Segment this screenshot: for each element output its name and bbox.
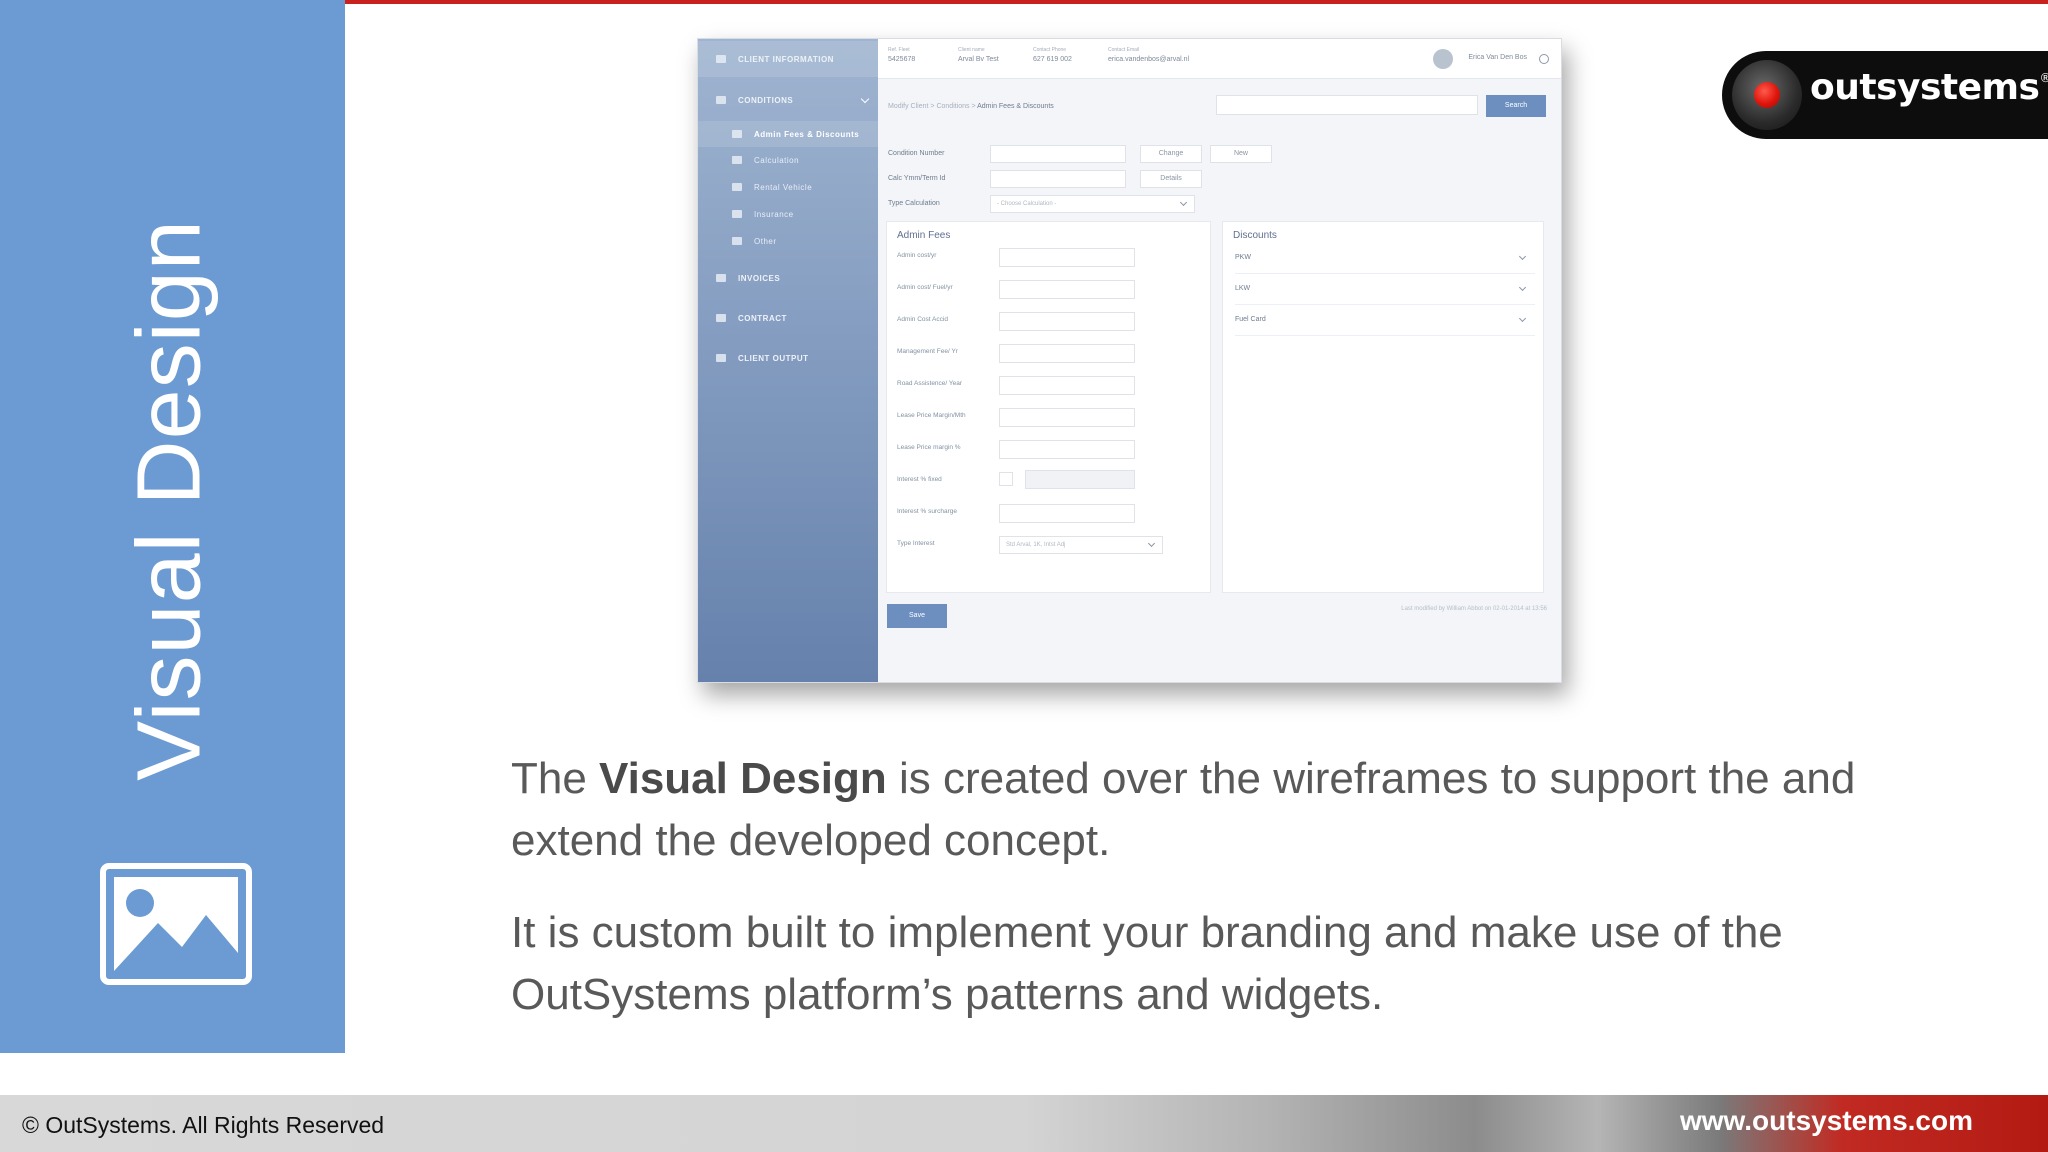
fee-label: Interest % fixed <box>897 476 942 483</box>
fee-input[interactable] <box>999 248 1135 267</box>
fee-label: Management Fee/ Yr <box>897 348 958 355</box>
breadcrumb-current: Admin Fees & Discounts <box>977 103 1054 110</box>
fee-input[interactable] <box>999 280 1135 299</box>
folder-icon <box>716 314 726 322</box>
user-icon <box>716 55 726 63</box>
logo-mark-icon <box>1732 60 1802 130</box>
discounts-title: Discounts <box>1233 230 1277 241</box>
vertical-title: Visual Design <box>119 219 220 781</box>
document-icon <box>732 210 742 218</box>
sidebar-item-admin-fees[interactable]: Admin Fees & Discounts <box>698 121 878 147</box>
contact-phone-field: Contact Phone 627 619 002 <box>1033 47 1072 63</box>
admin-fees-title: Admin Fees <box>897 230 951 241</box>
ref-fleet-field: Ref. Fleet 5425678 <box>888 47 916 63</box>
type-calculation-label: Type Calculation <box>888 200 940 207</box>
interest-fixed-checkbox[interactable] <box>999 472 1013 486</box>
sidebar-item-insurance[interactable]: Insurance <box>698 201 878 227</box>
paragraph-1: The Visual Design is created over the wi… <box>511 754 1856 865</box>
chevron-down-icon <box>1147 539 1156 548</box>
fee-input[interactable] <box>999 504 1135 523</box>
list-icon <box>716 96 726 104</box>
mail-icon <box>716 354 726 362</box>
chevron-down-icon <box>1518 314 1527 323</box>
search-input[interactable] <box>1216 95 1478 115</box>
calculator-icon <box>732 156 742 164</box>
outsystems-logo: outsystems® <box>1722 51 2048 139</box>
fee-input[interactable] <box>999 408 1135 427</box>
type-interest-select[interactable]: Std Arval, 1K, Intst Adj <box>999 536 1163 554</box>
fee-label: Lease Price margin % <box>897 444 961 451</box>
top-accent-rule <box>345 0 2048 4</box>
fee-input[interactable] <box>999 312 1135 331</box>
fee-input[interactable] <box>999 344 1135 363</box>
details-button[interactable]: Details <box>1140 170 1202 188</box>
discount-row[interactable]: LKW <box>1235 281 1535 305</box>
fee-label: Type Interest <box>897 540 935 547</box>
logo-text: outsystems® <box>1810 67 2048 108</box>
discount-row[interactable]: PKW <box>1235 250 1535 274</box>
change-button[interactable]: Change <box>1140 145 1202 163</box>
fee-label: Lease Price Margin/Mth <box>897 412 966 419</box>
condition-number-input[interactable] <box>990 145 1126 163</box>
chevron-down-icon <box>1518 283 1527 292</box>
copyright: © OutSystems. All Rights Reserved <box>22 1112 385 1138</box>
car-icon <box>732 183 742 191</box>
sidebar-item-contract[interactable]: CONTRACT <box>698 301 878 335</box>
client-name-field: Client name Arval Bv Test <box>958 47 999 63</box>
gear-icon <box>732 237 742 245</box>
contact-email-field: Contact Email erica.vandenbos@arval.nl <box>1108 47 1190 63</box>
list-icon <box>732 130 742 138</box>
breadcrumb-modify-client[interactable]: Modify Client <box>888 103 928 110</box>
left-title-panel: Visual Design <box>0 0 345 1053</box>
new-button[interactable]: New <box>1210 145 1272 163</box>
fee-input[interactable] <box>999 376 1135 395</box>
last-modified-note: Last modified by William Abbot on 02-01-… <box>1401 606 1547 612</box>
footer: © OutSystems. All Rights Reserved www.ou… <box>0 1095 2048 1152</box>
sidebar-item-rental-vehicle[interactable]: Rental Vehicle <box>698 174 878 200</box>
discounts-panel: Discounts PKW LKW Fuel Card <box>1222 221 1544 593</box>
sidebar-item-client-information[interactable]: CLIENT INFORMATION <box>698 41 878 77</box>
avatar[interactable] <box>1433 49 1453 69</box>
power-icon[interactable] <box>1539 54 1549 64</box>
visual-design-screenshot: CLIENT INFORMATION CONDITIONS Admin Fees… <box>697 38 1562 683</box>
user-name: Erica Van Den Bos <box>1468 54 1527 61</box>
type-calculation-select[interactable]: - Choose Calculation - <box>990 195 1195 213</box>
paragraph-2: It is custom built to implement your bra… <box>511 908 1783 1019</box>
fee-label: Admin cost/ Fuel/yr <box>897 284 953 291</box>
fee-label: Interest % surcharge <box>897 508 957 515</box>
sidebar-item-invoices[interactable]: INVOICES <box>698 261 878 295</box>
fee-input[interactable] <box>999 440 1135 459</box>
breadcrumb-conditions[interactable]: Conditions <box>936 103 969 110</box>
calc-term-input[interactable] <box>990 170 1126 188</box>
calc-term-label: Calc Ymm/Term Id <box>888 175 946 182</box>
admin-fees-panel: Admin Fees Admin cost/yr Admin cost/ Fue… <box>886 221 1211 593</box>
fee-label: Admin cost/yr <box>897 252 937 259</box>
interest-fixed-input[interactable] <box>1025 470 1135 489</box>
picture-icon <box>100 863 252 985</box>
app-topbar: Ref. Fleet 5425678 Client name Arval Bv Te… <box>878 39 1561 79</box>
sidebar-item-conditions[interactable]: CONDITIONS <box>698 83 878 117</box>
search-button[interactable]: Search <box>1486 95 1546 117</box>
invoice-icon <box>716 274 726 282</box>
fee-label: Road Assistence/ Year <box>897 380 963 387</box>
chevron-down-icon <box>860 94 870 104</box>
chevron-down-icon <box>1179 198 1188 207</box>
sidebar-item-other[interactable]: Other <box>698 228 878 254</box>
sidebar-item-calculation[interactable]: Calculation <box>698 147 878 173</box>
condition-number-label: Condition Number <box>888 150 945 157</box>
sidebar-item-client-output[interactable]: CLIENT OUTPUT <box>698 341 878 375</box>
app-sidebar: CLIENT INFORMATION CONDITIONS Admin Fees… <box>698 39 878 682</box>
slide: Visual Design CLIENT INFORMATION CONDITI… <box>0 0 2048 1152</box>
website-link[interactable]: www.outsystems.com <box>1680 1105 1973 1137</box>
chevron-down-icon <box>1518 252 1527 261</box>
save-button[interactable]: Save <box>887 604 947 628</box>
breadcrumb: Modify Client > Conditions > Admin Fees … <box>888 103 1054 110</box>
fee-label: Admin Cost Accid <box>897 316 948 323</box>
slide-body: The Visual Design is created over the wi… <box>511 748 1991 1056</box>
discount-row[interactable]: Fuel Card <box>1235 312 1535 336</box>
